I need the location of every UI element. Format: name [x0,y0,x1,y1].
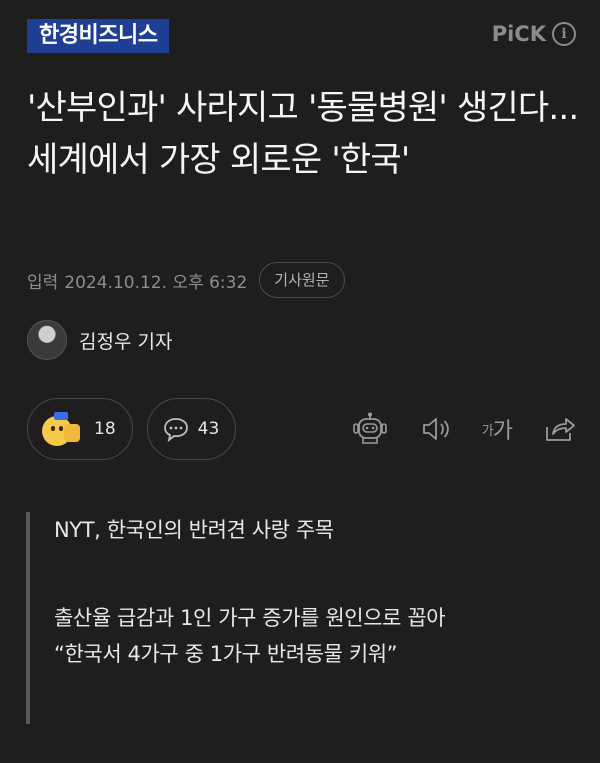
action-bar: 18 43 가 가 [27,398,576,460]
pick-label: PiCK [491,22,546,46]
ai-summary-bot-icon[interactable] [352,412,388,446]
speaker-icon[interactable] [420,416,450,442]
published-date: 입력 2024.10.12. 오후 6:32 [27,268,247,293]
article-headline: '산부인과' 사라지고 '동물병원' 생긴다...세계에서 가장 외로운 '한국… [27,88,579,180]
press-logo[interactable]: 한경비즈니스 [27,19,170,53]
comment-button[interactable]: 43 [146,398,237,460]
summary-line: NYT, 한국인의 반려견 사랑 주목 [54,518,334,542]
date-label: 입력 [27,272,59,293]
article-meta: 입력 2024.10.12. 오후 6:32 기사원문 [27,262,345,298]
font-size-big-label: 가 [492,419,513,444]
reaction-count: 18 [94,419,116,439]
pick-badge[interactable]: PiCK i [492,22,576,46]
comment-count: 43 [197,419,220,439]
article-summary: NYT, 한국인의 반려견 사랑 주목 출산율 급감과 1인 가구 증가를 원인… [26,512,566,724]
reporter-name[interactable]: 김정우 기자 [79,327,172,354]
info-icon[interactable]: i [552,22,576,46]
article-page: 한경비즈니스 PiCK i '산부인과' 사라지고 '동물병원' 생긴다...세… [0,0,600,763]
date-value: 2024.10.12. 오후 6:32 [64,272,248,293]
summary-line: “한국서 4가구 중 1가구 반려동물 키워” [54,642,398,666]
font-size-button[interactable]: 가가 [481,413,513,445]
comment-icon [163,418,188,443]
font-size-small-label: 가 [481,423,494,439]
share-icon[interactable] [544,415,576,443]
reporter[interactable]: 김정우 기자 [27,320,172,360]
article-tools: 가가 [352,412,576,446]
summary-line: 출산율 급감과 1인 가구 증가를 원인으로 꼽아 [54,606,446,630]
reporter-avatar[interactable] [27,320,67,360]
reaction-emoji-icon [42,412,86,446]
reaction-button[interactable]: 18 [27,398,133,460]
original-article-button[interactable]: 기사원문 [259,262,345,298]
